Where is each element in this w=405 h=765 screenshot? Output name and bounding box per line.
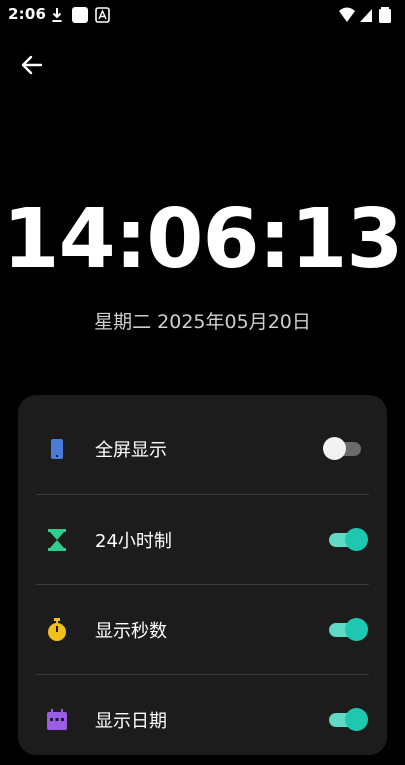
setting-row-24hour[interactable]: 24小时制	[36, 495, 369, 585]
date-toggle[interactable]	[325, 707, 368, 733]
status-icons-right	[339, 6, 395, 24]
wifi-icon	[339, 7, 355, 22]
seconds-toggle[interactable]	[325, 617, 368, 643]
status-time: 2:06	[8, 5, 47, 23]
app-bar	[0, 40, 405, 90]
back-button[interactable]	[14, 49, 50, 81]
status-bar: 2:06	[0, 0, 405, 30]
status-icons-left	[52, 6, 122, 24]
calendar-icon	[46, 708, 68, 732]
clock-time: 14:06:13	[2, 192, 404, 287]
24hour-toggle[interactable]	[325, 527, 368, 553]
cell-signal-icon	[360, 9, 372, 22]
setting-label: 24小时制	[95, 531, 172, 552]
battery-icon	[379, 7, 391, 23]
toggle-thumb	[345, 618, 368, 641]
setting-row-fullscreen[interactable]: 全屏显示	[36, 404, 369, 494]
toggle-thumb	[345, 528, 368, 551]
setting-label: 全屏显示	[95, 440, 167, 461]
download-icon	[52, 8, 62, 22]
clock-date: 星期二 2025年05月20日	[94, 311, 311, 333]
setting-label: 显示日期	[95, 711, 167, 732]
notification-a-icon	[95, 7, 110, 23]
fullscreen-toggle[interactable]	[323, 436, 365, 462]
stopwatch-icon	[46, 618, 68, 642]
setting-row-seconds[interactable]: 显示秒数	[36, 585, 369, 675]
toggle-thumb	[323, 437, 346, 460]
app-square-icon	[72, 7, 88, 23]
settings-card: 全屏显示 24小时制 显示秒数 显示日期	[18, 395, 387, 755]
hourglass-icon	[46, 528, 68, 552]
arrow-left-icon	[21, 55, 43, 75]
setting-label: 显示秒数	[95, 621, 167, 642]
phone-fullscreen-icon	[46, 437, 68, 461]
setting-row-date[interactable]: 显示日期	[36, 675, 369, 765]
